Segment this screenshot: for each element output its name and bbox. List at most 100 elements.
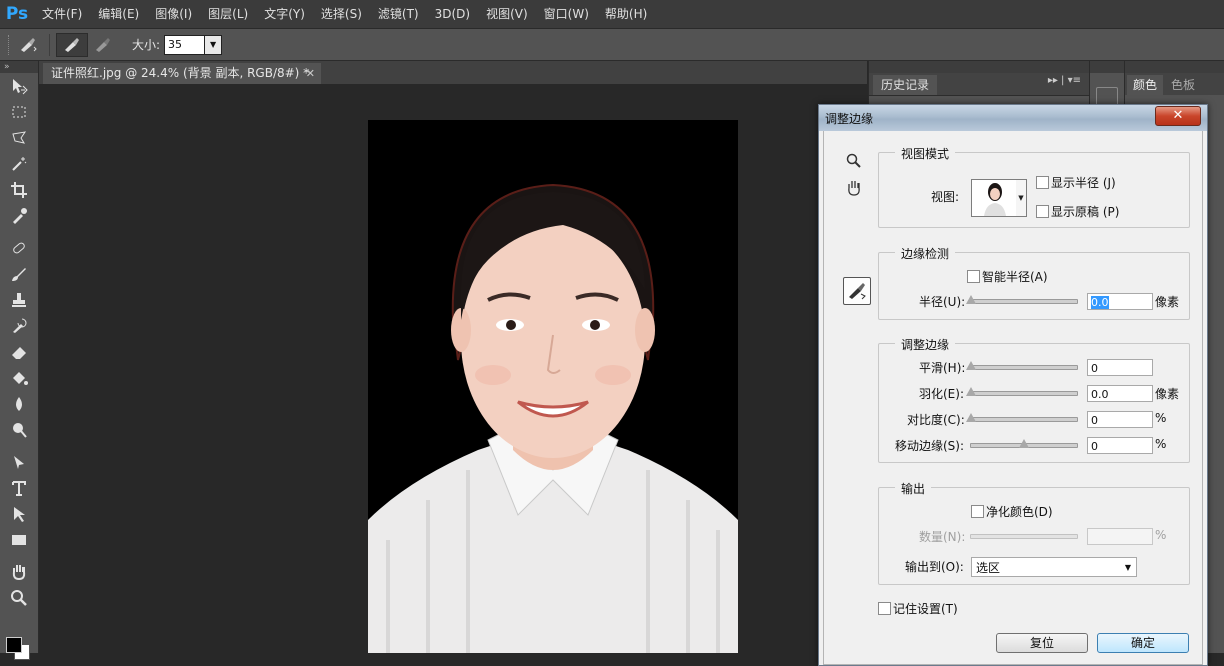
refine-radius-tool-button[interactable] xyxy=(843,277,871,305)
pen-tool[interactable] xyxy=(0,449,38,475)
magic-wand-icon xyxy=(12,157,27,171)
zoom-tool[interactable] xyxy=(0,585,38,611)
menu-select[interactable]: 选择(S) xyxy=(313,0,370,28)
feather-slider-thumb[interactable] xyxy=(966,387,976,396)
healing-brush-tool[interactable] xyxy=(0,235,38,261)
erase-refinements-tool[interactable] xyxy=(88,34,118,56)
menu-help[interactable]: 帮助(H) xyxy=(597,0,655,28)
icon-strip-grip[interactable] xyxy=(1090,61,1124,73)
show-original-checkbox[interactable] xyxy=(1036,205,1049,218)
shift-edge-slider-thumb[interactable] xyxy=(1019,439,1029,448)
tab-history[interactable]: 历史记录 xyxy=(873,75,938,95)
zoom-icon xyxy=(11,590,27,606)
move-tool[interactable] xyxy=(0,73,38,99)
foreground-color-chip[interactable] xyxy=(6,637,22,653)
contrast-slider[interactable] xyxy=(970,417,1078,422)
dialog-hand-tool[interactable] xyxy=(845,179,863,201)
chevron-down-icon: ▼ xyxy=(209,39,217,49)
tab-swatches[interactable]: 色板 xyxy=(1165,75,1201,95)
dialog-titlebar[interactable]: 调整边缘 ✕ xyxy=(819,105,1207,131)
menu-file[interactable]: 文件(F) xyxy=(34,0,90,28)
reset-button[interactable]: 复位 xyxy=(996,633,1088,653)
type-tool[interactable] xyxy=(0,475,38,501)
tools-panel-header[interactable]: » xyxy=(0,61,38,73)
close-icon[interactable]: ✕ xyxy=(306,63,315,84)
menu-edit[interactable]: 编辑(E) xyxy=(90,0,147,28)
smooth-input[interactable]: 0 xyxy=(1087,359,1153,376)
clone-stamp-tool[interactable] xyxy=(0,287,38,313)
radius-slider-thumb[interactable] xyxy=(966,295,976,304)
amount-label: 数量(N): xyxy=(919,530,966,544)
refine-radius-tool[interactable] xyxy=(56,32,88,57)
menu-image[interactable]: 图像(I) xyxy=(147,0,200,28)
menu-filter[interactable]: 滤镜(T) xyxy=(370,0,427,28)
marquee-tool[interactable] xyxy=(0,99,38,125)
dodge-tool[interactable] xyxy=(0,417,38,443)
tool-preset-picker[interactable] xyxy=(13,34,43,56)
dialog-close-button[interactable]: ✕ xyxy=(1155,106,1201,126)
feather-slider[interactable] xyxy=(970,391,1078,396)
move-icon xyxy=(13,79,28,95)
size-dropdown-button[interactable]: ▼ xyxy=(205,34,223,55)
adjust-edge-group: 调整边缘 平滑(H): 0 羽化(E): 0.0 像素 对比度(C): 0 % … xyxy=(878,336,1190,463)
menu-type[interactable]: 文字(Y) xyxy=(256,0,313,28)
ok-button[interactable]: 确定 xyxy=(1097,633,1189,653)
blur-tool[interactable] xyxy=(0,391,38,417)
eyedropper-tool[interactable] xyxy=(0,203,38,229)
view-mode-thumbnail[interactable] xyxy=(971,179,1019,217)
output-to-select[interactable]: 选区 ▼ xyxy=(971,557,1137,577)
smooth-slider[interactable] xyxy=(970,365,1078,370)
radius-value: 0.0 xyxy=(1091,296,1109,309)
feather-input[interactable]: 0.0 xyxy=(1087,385,1153,402)
shift-edge-input[interactable]: 0 xyxy=(1087,437,1153,454)
view-mode-dropdown[interactable]: ▼ xyxy=(1016,179,1027,217)
document-tab[interactable]: 证件照红.jpg @ 24.4% (背景 副本, RGB/8#) * ✕ xyxy=(43,63,321,84)
remember-settings-checkbox[interactable] xyxy=(878,602,891,615)
history-panel-grip[interactable] xyxy=(869,61,1089,73)
options-separator xyxy=(49,33,50,56)
portrait-image xyxy=(368,120,738,653)
eraser-tool[interactable] xyxy=(0,339,38,365)
tab-color[interactable]: 颜色 xyxy=(1127,75,1164,95)
feather-label: 羽化(E): xyxy=(919,387,964,401)
canvas-area[interactable] xyxy=(39,84,867,653)
remember-settings-label: 记住设置(T) xyxy=(893,602,958,616)
smart-radius-checkbox[interactable] xyxy=(967,270,980,283)
clone-stamp-icon xyxy=(12,293,26,307)
document-tab-bar: 证件照红.jpg @ 24.4% (背景 副本, RGB/8#) * ✕ xyxy=(39,61,867,84)
path-selection-tool[interactable] xyxy=(0,501,38,527)
menu-3d[interactable]: 3D(D) xyxy=(427,0,478,28)
hand-tool[interactable] xyxy=(0,559,38,585)
menu-view[interactable]: 视图(V) xyxy=(478,0,536,28)
paint-bucket-tool[interactable] xyxy=(0,365,38,391)
document-photo[interactable] xyxy=(368,120,738,653)
size-input[interactable]: 35 xyxy=(164,34,206,55)
contrast-slider-thumb[interactable] xyxy=(966,413,976,422)
show-radius-checkbox[interactable] xyxy=(1036,176,1049,189)
edge-detection-title: 边缘检测 xyxy=(895,245,956,262)
contrast-input[interactable]: 0 xyxy=(1087,411,1153,428)
history-brush-tool[interactable] xyxy=(0,313,38,339)
smooth-slider-thumb[interactable] xyxy=(966,361,976,370)
dialog-title: 调整边缘 xyxy=(825,112,874,126)
shift-edge-unit: % xyxy=(1155,437,1167,451)
color-panel-grip[interactable] xyxy=(1125,61,1224,73)
amount-input xyxy=(1087,528,1153,545)
radius-input[interactable]: 0.0 xyxy=(1087,293,1153,310)
output-title: 输出 xyxy=(895,480,932,497)
panel-menu-icon[interactable]: ▸▸ | ▾≡ xyxy=(1048,75,1081,86)
dialog-zoom-tool[interactable] xyxy=(846,153,862,173)
radius-slider[interactable] xyxy=(970,299,1078,304)
crop-tool[interactable] xyxy=(0,177,38,203)
blur-icon xyxy=(16,397,22,411)
lasso-tool[interactable] xyxy=(0,125,38,151)
brush-icon xyxy=(21,37,37,52)
radius-unit: 像素 xyxy=(1155,295,1180,309)
menu-window[interactable]: 窗口(W) xyxy=(536,0,597,28)
decontaminate-colors-checkbox[interactable] xyxy=(971,505,984,518)
rectangle-tool[interactable] xyxy=(0,527,38,553)
magic-wand-tool[interactable] xyxy=(0,151,38,177)
refine-radius-icon xyxy=(65,37,79,52)
menu-layer[interactable]: 图层(L) xyxy=(200,0,256,28)
brush-tool[interactable] xyxy=(0,261,38,287)
